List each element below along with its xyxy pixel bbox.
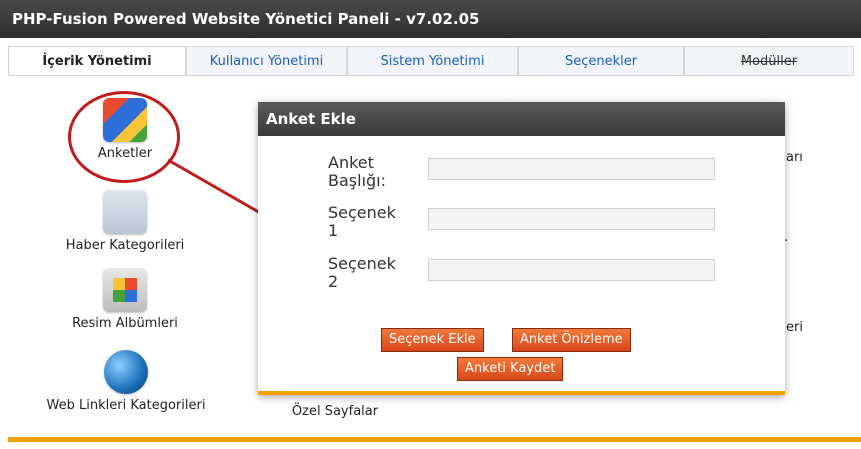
dialog-bottom-bar	[258, 391, 785, 395]
option-2-row: Seçenek 2	[328, 255, 768, 291]
add-poll-dialog: Anket Ekle Anket Başlığı: Seçenek 1 Seçene…	[258, 102, 785, 395]
option-2-input[interactable]	[428, 259, 715, 281]
dialog-title: Anket Ekle	[258, 102, 785, 136]
add-option-button[interactable]: Seçenek Ekle	[381, 328, 484, 352]
option-2-label: Seçenek 2	[328, 254, 396, 291]
option-1-row: Seçenek 1	[328, 204, 768, 240]
poll-title-label: Anket Başlığı:	[328, 153, 386, 190]
page-bottom-bar	[8, 437, 861, 442]
save-poll-button[interactable]: Anketi Kaydet	[457, 357, 564, 381]
option-1-label: Seçenek 1	[328, 203, 396, 240]
option-1-input[interactable]	[428, 208, 715, 230]
preview-poll-button[interactable]: Anket Önizleme	[512, 328, 631, 352]
poll-title-row: Anket Başlığı:	[328, 154, 768, 190]
poll-title-input[interactable]	[428, 158, 715, 180]
